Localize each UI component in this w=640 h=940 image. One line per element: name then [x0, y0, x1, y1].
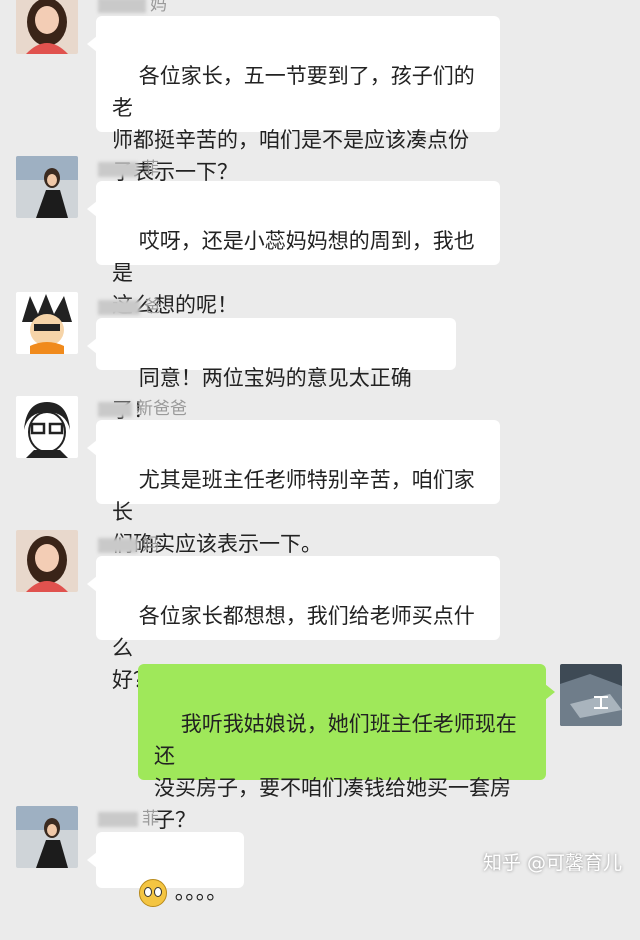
surprised-emoji-icon	[138, 879, 167, 907]
message-bubble[interactable]: 尤其是班主任老师特别辛苦，咱们家长 们确实应该表示一下。	[87, 420, 500, 556]
message-text: 哎呀，还是小蕊妈妈想的周到，我也是 这么想的呢！	[112, 229, 475, 317]
sender-name-text: 菲	[142, 809, 159, 829]
blurred-name	[98, 0, 146, 13]
sender-name-text: 妈	[150, 0, 167, 15]
sender-name: 菲	[98, 154, 159, 179]
blurred-name	[98, 537, 138, 553]
woman-avatar[interactable]	[16, 0, 78, 54]
blurred-name	[98, 161, 138, 177]
self-avatar[interactable]	[560, 664, 622, 726]
message-bubble[interactable]: 各位家长都想想，我们给老师买点什么 好？	[87, 556, 500, 692]
message-bubble[interactable]: 。。。。	[87, 832, 244, 907]
woman-photo-avatar[interactable]	[16, 806, 78, 868]
message-bubble[interactable]: 同意！两位宝妈的意见太正确了！	[87, 318, 456, 422]
sender-name: 妈	[98, 530, 159, 555]
blurred-name	[98, 811, 138, 827]
sender-name: 菲	[98, 804, 159, 829]
message-bubble[interactable]: 哎呀，还是小蕊妈妈想的周到，我也是 这么想的呢！	[87, 181, 500, 317]
sender-name-text: 新爸爸	[136, 399, 187, 419]
blurred-name	[98, 299, 140, 315]
message-text: 我听我姑娘说，她们班主任老师现在还 没买房子，要不咱们凑钱给她买一套房 子？	[154, 712, 517, 832]
sender-name: 妈	[98, 0, 167, 15]
glasses-cartoon-avatar[interactable]	[16, 396, 78, 458]
sender-name-text: 菲	[142, 159, 159, 179]
sender-name: 新爸爸	[98, 394, 187, 419]
message-bubble[interactable]: 我听我姑娘说，她们班主任老师现在还 没买房子，要不咱们凑钱给她买一套房 子？	[138, 664, 555, 832]
message-text: 。。。。	[174, 880, 228, 904]
message-text: 各位家长，五一节要到了，孩子们的老 师都挺辛苦的，咱们是不是应该凑点份 子表示一…	[112, 64, 475, 184]
sender-name-text: 爸	[144, 297, 161, 317]
message-bubble[interactable]: 各位家长，五一节要到了，孩子们的老 师都挺辛苦的，咱们是不是应该凑点份 子表示一…	[87, 16, 500, 184]
blurred-name	[98, 401, 132, 417]
cartoon-avatar[interactable]	[16, 292, 78, 354]
woman-photo-avatar[interactable]	[16, 156, 78, 218]
sender-name: 爸	[98, 292, 161, 317]
watermark: 知乎 @可馨育儿	[482, 852, 622, 874]
message-text: 尤其是班主任老师特别辛苦，咱们家长 们确实应该表示一下。	[112, 468, 475, 556]
woman-avatar[interactable]	[16, 530, 78, 592]
sender-name-text: 妈	[142, 535, 159, 555]
